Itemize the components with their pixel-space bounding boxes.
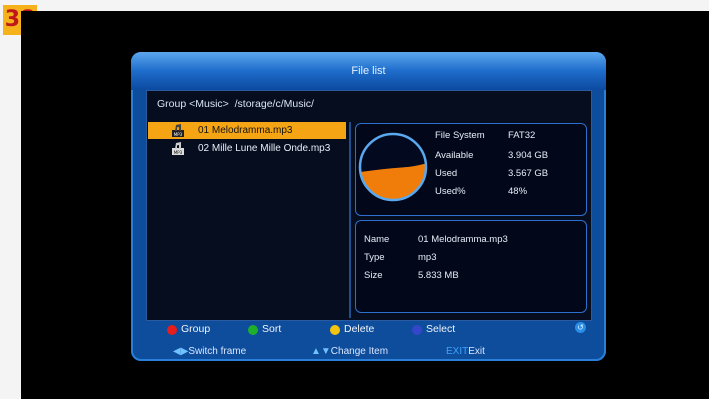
storage-usage-pie	[358, 132, 428, 202]
exit-hint: EXITExit	[446, 346, 485, 357]
switch-frame-hint: ◀▶Switch frame	[173, 346, 247, 357]
delete-key-label[interactable]: Delete	[344, 323, 374, 335]
file-info-label-name: Name	[364, 234, 390, 245]
storage-label-used: Used	[435, 168, 458, 179]
exit-key-label: EXIT	[446, 346, 469, 357]
green-key-icon	[248, 325, 258, 335]
change-item-hint: ▲▼Change Item	[311, 346, 389, 357]
storage-label-used-percent: Used%	[435, 186, 466, 197]
path-breadcrumb: Group <Music> /storage/c/Music/	[157, 98, 314, 110]
window-title: File list	[131, 52, 606, 90]
sort-key-label[interactable]: Sort	[262, 323, 281, 335]
file-list-window: File list Group <Music> /storage/c/Music…	[131, 52, 606, 361]
back-icon[interactable]: ↺	[575, 322, 586, 333]
svg-text:MP3: MP3	[174, 150, 183, 155]
storage-label-filesystem: File System	[435, 130, 485, 141]
svg-text:MP3: MP3	[174, 132, 183, 137]
file-list-item-1[interactable]: MP3 01 Melodramma.mp3	[148, 122, 346, 139]
file-name: 02 Mille Lune Mille Onde.mp3	[198, 143, 331, 154]
frame-divider	[349, 122, 351, 318]
file-info-label-type: Type	[364, 252, 385, 263]
red-key-icon	[167, 325, 177, 335]
mp3-file-icon: MP3	[172, 142, 184, 155]
file-list-item-2[interactable]: MP3 02 Mille Lune Mille Onde.mp3	[148, 140, 346, 157]
select-key-label[interactable]: Select	[426, 323, 455, 335]
storage-value-available: 3.904 GB	[508, 150, 549, 161]
file-name: 01 Melodramma.mp3	[198, 125, 293, 136]
up-down-arrow-icon: ▲▼	[311, 346, 331, 357]
yellow-key-icon	[330, 325, 340, 335]
group-key-label[interactable]: Group	[181, 323, 210, 335]
blue-key-icon	[412, 325, 422, 335]
storage-value-used-percent: 48%	[508, 186, 528, 197]
mp3-file-icon: MP3	[172, 124, 184, 137]
file-info-value-type: mp3	[418, 252, 437, 263]
file-info-value-name: 01 Melodramma.mp3	[418, 234, 508, 245]
storage-value-used: 3.567 GB	[508, 168, 549, 179]
storage-label-available: Available	[435, 150, 474, 161]
file-info-value-size: 5.833 MB	[418, 270, 459, 281]
storage-value-filesystem: FAT32	[508, 130, 536, 141]
file-info-label-size: Size	[364, 270, 383, 281]
left-right-arrow-icon: ◀▶	[173, 346, 189, 357]
